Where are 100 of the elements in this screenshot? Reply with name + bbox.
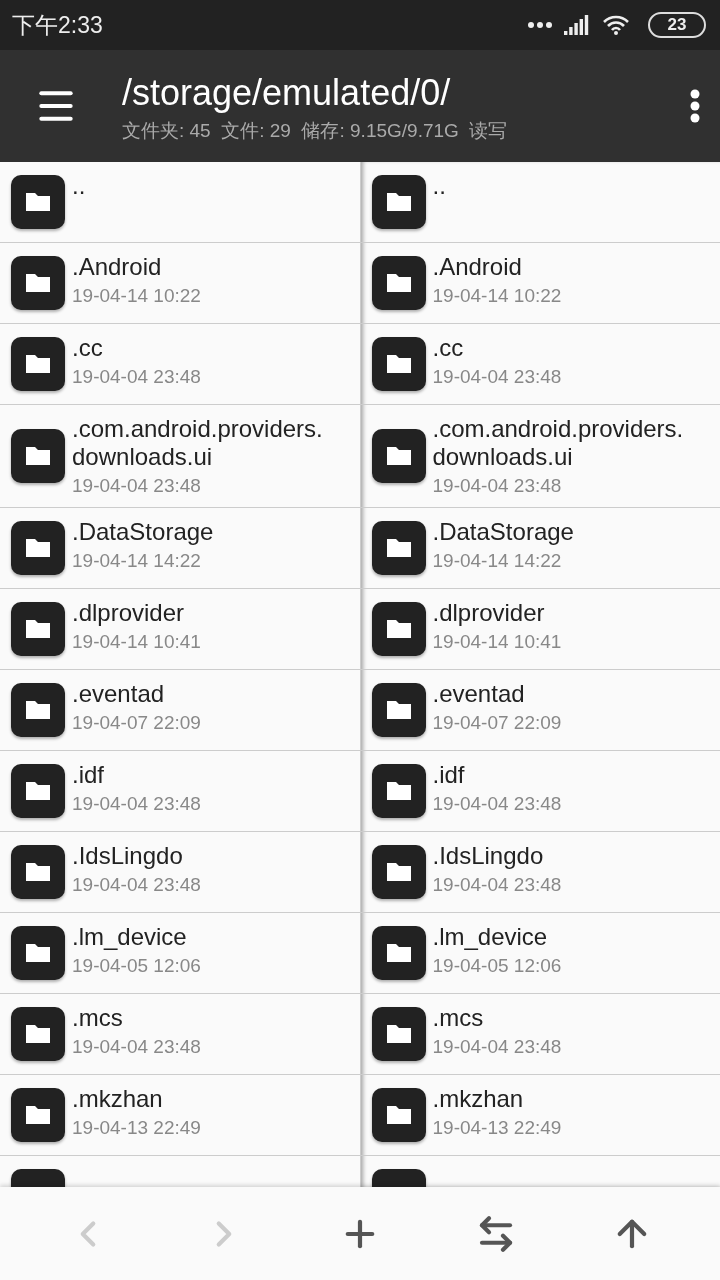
file-date: 19-04-05 12:06	[432, 955, 563, 977]
file-date: 19-04-04 23:48	[72, 793, 202, 815]
file-name: .idf	[432, 761, 466, 789]
file-name: .Android	[432, 253, 523, 281]
file-row[interactable]: .DataStorage 19-04-14 14:22	[360, 508, 720, 589]
file-date: 19-04-04 23:48	[72, 874, 202, 896]
file-name: .IdsLingdo	[72, 842, 184, 870]
file-date: 19-04-14 10:41	[72, 631, 202, 653]
folder-icon	[371, 175, 426, 229]
folder-icon	[371, 926, 426, 980]
file-date: 19-04-13 22:49	[432, 1117, 563, 1139]
file-row[interactable]: .IdsLingdo 19-04-04 23:48	[0, 832, 360, 913]
file-name: .lm_device	[432, 923, 549, 951]
status-time: 下午2:33	[12, 10, 104, 40]
file-name: .eventad	[72, 680, 166, 708]
file-date: 19-04-13 22:49	[72, 1117, 202, 1139]
folder-icon	[371, 521, 426, 575]
file-name: .DataStorage	[432, 518, 575, 546]
more-button[interactable]	[690, 89, 700, 123]
file-name: .com.android.providers.downloads.ui	[72, 415, 324, 471]
file-name: .idf	[72, 761, 105, 789]
file-name: .lm_device	[72, 923, 188, 951]
folder-icon	[11, 764, 65, 818]
file-date: 19-04-05 12:06	[72, 955, 202, 977]
file-name: .mcs	[72, 1004, 124, 1032]
file-name: .dlprovider	[72, 599, 186, 627]
folder-path: /storage/emulated/0/	[122, 72, 452, 114]
file-name: ..	[72, 172, 87, 200]
folder-icon	[11, 256, 65, 310]
dots-icon	[528, 22, 552, 28]
folder-icon	[11, 1088, 65, 1142]
file-date: 19-04-14 14:22	[432, 550, 563, 572]
file-name: .cc	[432, 334, 465, 362]
storage-info: 文件夹: 45 文件: 29 储存: 9.15G/9.71G 读写	[122, 119, 509, 143]
file-row[interactable]: .idf 19-04-04 23:48	[360, 751, 720, 832]
file-name: .cc	[72, 334, 104, 362]
file-row[interactable]: .cc 19-04-04 23:48	[0, 324, 360, 405]
file-row[interactable]: .dlprovider 19-04-14 10:41	[0, 589, 360, 670]
folder-icon	[11, 337, 65, 391]
folder-icon	[371, 1007, 426, 1061]
file-row[interactable]: .mcs 19-04-04 23:48	[360, 994, 720, 1075]
folder-icon	[371, 764, 426, 818]
wifi-icon	[602, 14, 630, 36]
file-date: 19-04-14 14:22	[72, 550, 202, 572]
folder-icon	[371, 683, 426, 737]
file-name: .dlprovider	[432, 599, 546, 627]
file-row[interactable]: .mkzhan 19-04-13 22:49	[360, 1075, 720, 1156]
file-name: ..	[432, 172, 447, 200]
file-name: .Android	[72, 253, 163, 281]
folder-icon	[371, 1088, 426, 1142]
file-row[interactable]: .idf 19-04-04 23:48	[0, 751, 360, 832]
folder-icon	[371, 337, 426, 391]
file-row[interactable]: ..	[360, 162, 720, 243]
file-row[interactable]: .Android 19-04-14 10:22	[360, 243, 720, 324]
file-name: .eventad	[432, 680, 526, 708]
folder-icon	[11, 926, 65, 980]
file-date: 19-04-04 23:48	[432, 1036, 563, 1058]
file-name: .IdsLingdo	[432, 842, 545, 870]
folder-icon	[371, 256, 426, 310]
folder-icon	[371, 429, 426, 483]
signal-icon	[564, 15, 590, 35]
battery-icon: 23	[648, 12, 706, 38]
folder-icon	[11, 521, 65, 575]
file-name: .mkzhan	[432, 1085, 525, 1113]
file-row[interactable]: .eventad 19-04-07 22:09	[360, 670, 720, 751]
file-date: 19-04-04 23:48	[72, 1036, 202, 1058]
folder-icon	[11, 429, 65, 483]
file-date: 19-04-04 23:48	[432, 475, 563, 497]
folder-icon	[11, 602, 65, 656]
file-name: .mcs	[432, 1004, 485, 1032]
folder-icon	[11, 845, 65, 899]
file-row[interactable]: .cc 19-04-04 23:48	[360, 324, 720, 405]
file-row[interactable]: .dlprovider 19-04-14 10:41	[360, 589, 720, 670]
file-row[interactable]: .com.android.providers.downloads.ui 19-04-04 23:48	[0, 405, 360, 508]
file-date: 19-04-04 23:48	[432, 793, 563, 815]
file-row[interactable]: .DataStorage 19-04-14 14:22	[0, 508, 360, 589]
file-row[interactable]: .IdsLingdo 19-04-04 23:48	[360, 832, 720, 913]
folder-icon	[371, 602, 426, 656]
file-name: .mkzhan	[72, 1085, 164, 1113]
file-date: 19-04-14 10:41	[432, 631, 563, 653]
file-row[interactable]: .mkzhan 19-04-13 22:49	[0, 1075, 360, 1156]
folder-icon	[11, 683, 65, 737]
file-name: .DataStorage	[72, 518, 215, 546]
file-date: 19-04-07 22:09	[432, 712, 563, 734]
file-row[interactable]: ..	[0, 162, 360, 243]
more-icon	[690, 89, 700, 123]
folder-icon	[371, 845, 426, 899]
file-date: 19-04-04 23:48	[72, 475, 202, 497]
file-row[interactable]: .eventad 19-04-07 22:09	[0, 670, 360, 751]
file-date: 19-04-04 23:48	[432, 366, 563, 388]
folder-icon	[11, 1007, 65, 1061]
file-name: .com.android.providers.downloads.ui	[432, 415, 685, 471]
file-row[interactable]: .Android 19-04-14 10:22	[0, 243, 360, 324]
file-date: 19-04-04 23:48	[432, 874, 563, 896]
file-date: 19-04-07 22:09	[72, 712, 202, 734]
file-row[interactable]: .lm_device 19-04-05 12:06	[360, 913, 720, 994]
file-row[interactable]: .lm_device 19-04-05 12:06	[0, 913, 360, 994]
file-row[interactable]: .com.android.providers.downloads.ui 19-04-04 23:48	[360, 405, 720, 508]
file-row[interactable]: .mcs 19-04-04 23:48	[0, 994, 360, 1075]
file-date: 19-04-14 10:22	[72, 285, 202, 307]
